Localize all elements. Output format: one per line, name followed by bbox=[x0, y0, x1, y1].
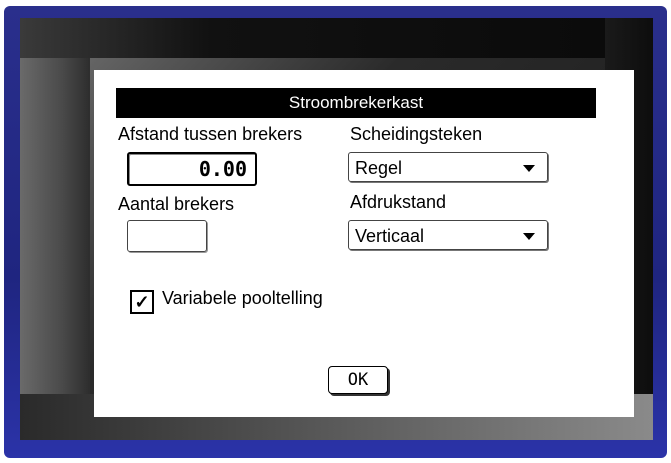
breaker-box-dialog: Stroombrekerkast Afstand tussen brekers … bbox=[94, 70, 634, 417]
orientation-label: Afdrukstand bbox=[350, 192, 447, 212]
distance-input[interactable]: 0.00 bbox=[127, 152, 257, 186]
bezel-top bbox=[20, 18, 653, 58]
checkmark-icon: ✓ bbox=[134, 292, 150, 312]
ok-button[interactable]: OK bbox=[328, 366, 388, 394]
device-frame: Stroombrekerkast Afstand tussen brekers … bbox=[4, 6, 667, 458]
count-input[interactable] bbox=[127, 220, 207, 252]
count-label: Aantal brekers bbox=[118, 194, 235, 214]
bezel-left bbox=[20, 18, 90, 440]
separator-select[interactable]: Regel bbox=[348, 152, 548, 182]
dialog-title: Stroombrekerkast bbox=[116, 88, 596, 118]
variable-pole-label: Variabele pooltelling bbox=[162, 288, 323, 308]
variable-pole-checkbox[interactable]: ✓ bbox=[130, 290, 154, 314]
distance-label: Afstand tussen brekers bbox=[118, 124, 303, 144]
chevron-down-icon bbox=[523, 233, 535, 240]
separator-select-value: Regel bbox=[355, 158, 403, 178]
orientation-select-value: Verticaal bbox=[355, 226, 425, 246]
separator-label: Scheidingsteken bbox=[350, 124, 483, 144]
orientation-select[interactable]: Verticaal bbox=[348, 220, 548, 250]
chevron-down-icon bbox=[523, 165, 535, 172]
screen-bezel: Stroombrekerkast Afstand tussen brekers … bbox=[20, 18, 653, 440]
